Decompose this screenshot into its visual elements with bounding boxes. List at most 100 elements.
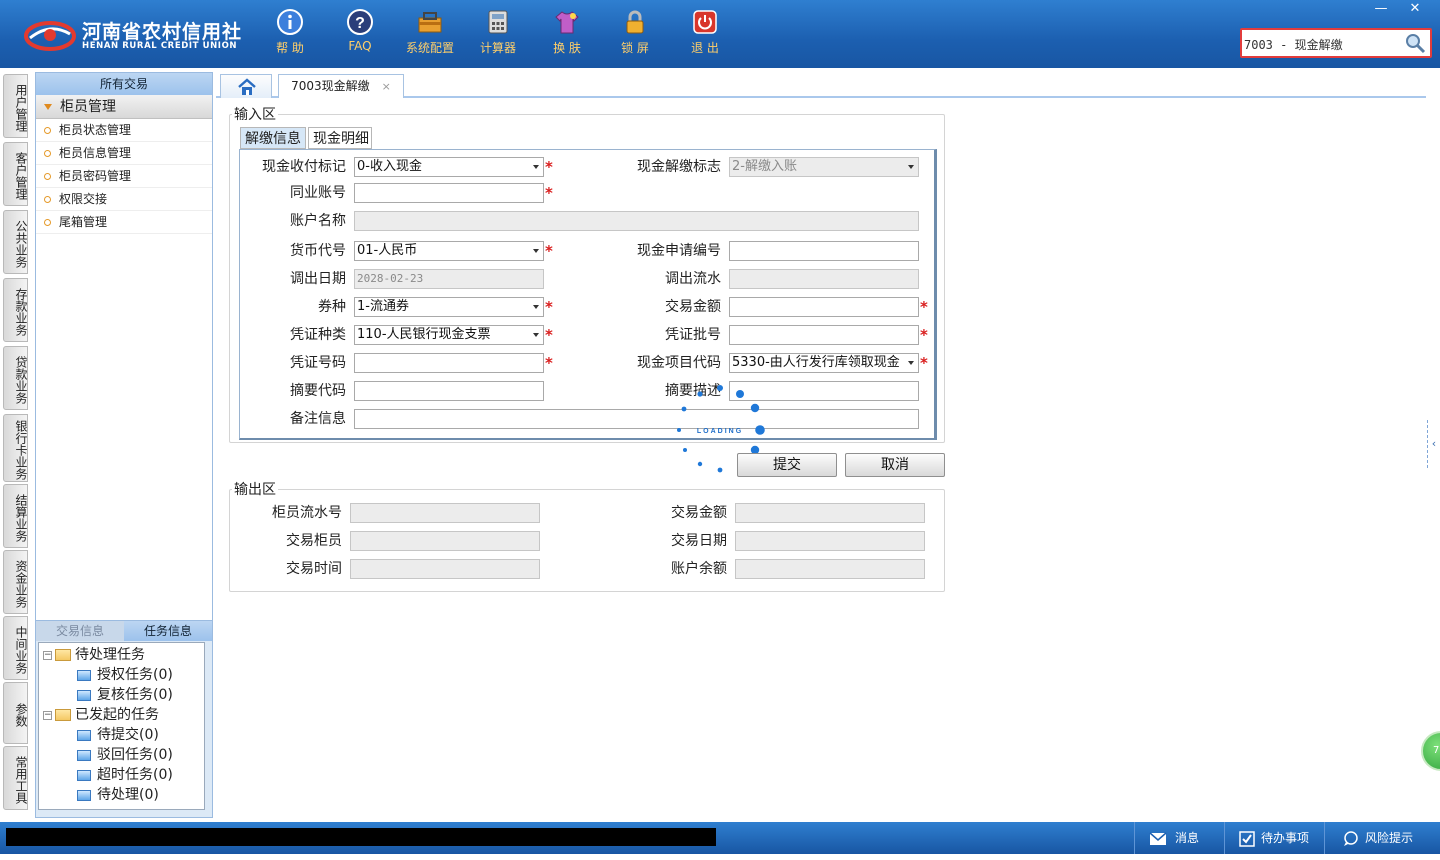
tree-leaf-label: 待处理(0) [97,787,159,803]
currency-select[interactable]: 01-人民币 [354,241,544,261]
help-button[interactable]: 帮 助 [260,8,320,56]
out-teller-label: 交易柜员 [286,533,342,549]
document-icon [77,769,91,781]
required-mark: * [545,184,553,202]
svg-text:?: ? [355,15,365,32]
nav-header[interactable]: 所有交易 [36,73,212,95]
loading-text: LOADING [697,428,743,435]
voucher-no-input[interactable] [354,353,544,373]
nav-item-teller-password[interactable]: 柜员密码管理 [36,165,212,188]
side-tab-intermediary[interactable]: 中间业务 [3,616,28,680]
note-type-select[interactable]: 1-流通券 [354,297,544,317]
peer-account-label: 同业账号 [290,185,346,201]
subtab-cash-detail[interactable]: 现金明细 [308,127,372,149]
side-tab-bank-card[interactable]: 银行卡业务 [3,414,28,482]
voucher-type-select[interactable]: 110-人民银行现金支票 [354,325,544,345]
tab-transaction-info[interactable]: 交易信息 [36,621,124,641]
tree-leaf[interactable]: 复核任务(0) [39,685,204,705]
todo-button[interactable]: 待办事项 [1224,822,1324,854]
brand-logo-icon [24,21,76,51]
chevron-left-icon: ‹ [1431,437,1437,450]
tree-leaf[interactable]: 待提交(0) [39,725,204,745]
amount-input[interactable] [729,297,919,317]
side-tab-public-business[interactable]: 公共业务 [3,210,28,274]
messages-button[interactable]: 消息 [1134,822,1224,854]
tree-leaf[interactable]: 授权任务(0) [39,665,204,685]
floating-badge[interactable]: 73 [1421,731,1440,771]
side-tab-tools[interactable]: 常用工具 [3,746,28,810]
nav-item-permission-handover[interactable]: 权限交接 [36,188,212,211]
item-code-select[interactable]: 5330-由人行发行库领取现金 [729,353,919,373]
bullet-icon [44,196,51,203]
out-serial-no-field [350,503,540,523]
apply-no-input[interactable] [729,241,919,261]
nav-item-teller-info[interactable]: 柜员信息管理 [36,142,212,165]
shirt-icon [555,11,579,34]
system-config-button[interactable]: 系统配置 [400,8,460,56]
side-tab-loan[interactable]: 贷款业务 [3,346,28,410]
collapse-icon[interactable]: − [43,650,52,660]
tree-leaf[interactable]: 待处理(0) [39,785,204,805]
peer-account-input[interactable] [354,183,544,203]
tree-node-pending[interactable]: − 待处理任务 [39,645,204,665]
tab-home[interactable] [220,74,272,98]
help-label: 帮 助 [276,41,304,55]
out-date-label: 交易日期 [671,533,727,549]
window-controls: — ✕ [1364,0,1432,18]
side-tab-params[interactable]: 参数 [3,682,28,744]
close-window-button[interactable]: ✕ [1398,0,1432,18]
nav-list: 柜员状态管理 柜员信息管理 柜员密码管理 权限交接 尾箱管理 [36,119,212,641]
folder-icon [55,709,71,721]
tab-current-transaction[interactable]: 7003现金解缴 × [278,74,404,98]
remark-input[interactable] [354,409,919,429]
tree-node-label: 待处理任务 [75,647,145,663]
out-date-label: 调出日期 [290,271,346,287]
tree-leaf-label: 复核任务(0) [97,687,173,703]
expand-right-panel[interactable]: ‹ [1427,420,1440,468]
nav-item-teller-status[interactable]: 柜员状态管理 [36,119,212,142]
folder-icon [55,649,71,661]
voucher-batch-input[interactable] [729,325,919,345]
out-amount-field [735,503,925,523]
side-tab-user-mgmt[interactable]: 用户管理 [3,74,28,138]
tree-leaf-label: 驳回任务(0) [97,747,173,763]
out-serial-input [729,269,919,289]
close-tab-icon[interactable]: × [382,80,391,93]
task-panel: 交易信息 任务信息 − 待处理任务 授权任务(0) 复核任务(0) − 已发起的任务… [35,620,213,818]
exit-button[interactable]: 退 出 [675,8,735,56]
lock-screen-label: 锁 屏 [621,41,649,55]
collapse-icon[interactable]: − [43,710,52,720]
search-icon[interactable] [1404,32,1426,54]
cash-flag-select[interactable]: 0-收入现金 [354,157,544,177]
document-icon [77,669,91,681]
subtab-payment-info[interactable]: 解缴信息 [240,127,306,149]
side-tab-funds[interactable]: 资金业务 [3,550,28,614]
tree-node-initiated[interactable]: − 已发起的任务 [39,705,204,725]
calculator-button[interactable]: 计算器 [468,8,528,56]
abstract-code-label: 摘要代码 [290,383,346,399]
risk-alert-button[interactable]: 风险提示 [1324,822,1434,854]
checkbox-icon [1239,830,1255,847]
side-tab-deposit[interactable]: 存款业务 [3,278,28,342]
nav-item-tail-box[interactable]: 尾箱管理 [36,211,212,234]
note-type-label: 券种 [318,299,346,315]
apply-no-label: 现金申请编号 [637,243,721,259]
faq-button[interactable]: ? FAQ [330,8,390,53]
side-tab-settlement[interactable]: 结算业务 [3,484,28,548]
cancel-button[interactable]: 取消 [845,453,945,477]
tree-leaf[interactable]: 驳回任务(0) [39,745,204,765]
search-input[interactable] [1244,34,1404,54]
minimize-button[interactable]: — [1364,0,1398,18]
tab-task-info[interactable]: 任务信息 [124,621,212,641]
abstract-code-input[interactable] [354,381,544,401]
side-tab-customer-mgmt[interactable]: 客户管理 [3,142,28,206]
tree-leaf[interactable]: 超时任务(0) [39,765,204,785]
pay-flag-select[interactable]: 2-解缴入账 [729,157,919,177]
lock-screen-button[interactable]: 锁 屏 [605,8,665,56]
currency-label: 货币代号 [290,243,346,259]
system-config-label: 系统配置 [405,41,454,55]
out-serial-label: 调出流水 [665,271,721,287]
skin-button[interactable]: 换 肤 [537,8,597,56]
submit-button[interactable]: 提交 [737,453,837,477]
nav-group-teller-mgmt[interactable]: 柜员管理 [36,95,212,119]
